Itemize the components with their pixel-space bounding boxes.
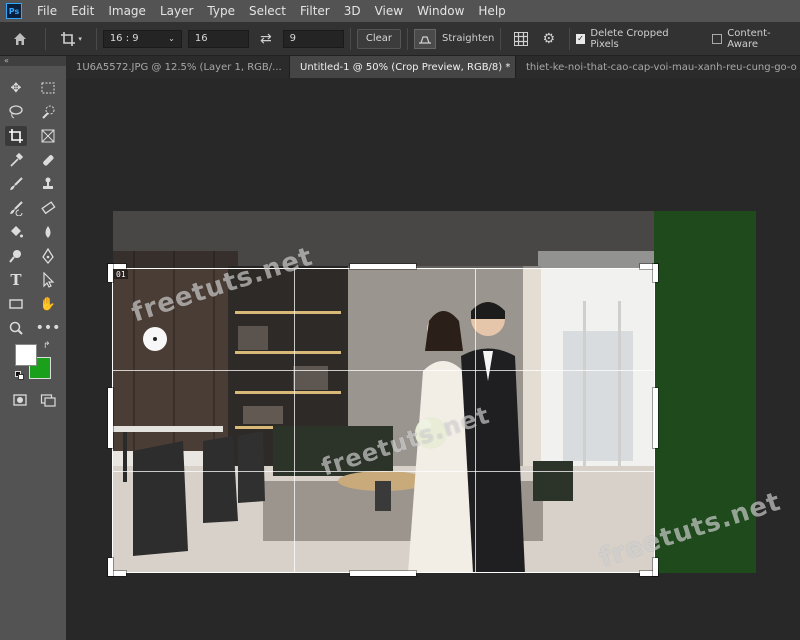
separator (95, 27, 97, 50)
options-bar: ▾ 16 : 9 ⌄ 16 ⇄ 9 Clear Straighten ⚙ ✓ D… (0, 22, 800, 56)
crop-handle-top[interactable] (350, 264, 416, 269)
rectangle-tool-icon[interactable] (5, 294, 27, 314)
type-tool-icon[interactable]: T (5, 270, 27, 290)
gear-icon: ⚙ (542, 30, 556, 47)
crop-icon (61, 31, 76, 46)
straighten-label: Straighten (442, 33, 495, 44)
eraser-tool-icon[interactable] (37, 198, 59, 218)
swap-colors-icon[interactable]: ↱ (43, 341, 51, 351)
eyedropper-tool-icon[interactable] (5, 150, 27, 170)
foreground-color-swatch[interactable] (15, 344, 37, 366)
crop-grid-line (113, 370, 654, 371)
tab-label: 1U6A5572.JPG @ 12.5% (Layer 1, RGB/... (76, 61, 282, 73)
swap-icon: ⇄ (259, 30, 272, 47)
menu-file[interactable]: File (30, 4, 64, 18)
toolbox: « ✥ T ✋ ••• ↱ (0, 56, 66, 640)
toolbox-collapse-button[interactable]: « (0, 56, 66, 66)
ratio-select[interactable]: 16 : 9 ⌄ (102, 29, 182, 48)
lasso-tool-icon[interactable] (5, 102, 27, 122)
ratio-select-value: 16 : 9 (109, 33, 139, 44)
dodge-tool-icon[interactable] (5, 246, 27, 266)
height-field[interactable]: 9 (282, 29, 344, 48)
menu-view[interactable]: View (368, 4, 410, 18)
separator (349, 27, 351, 50)
delete-cropped-pixels-label: Delete Cropped Pixels (590, 27, 669, 50)
more-tools-icon[interactable]: ••• (36, 318, 61, 338)
content-aware-label: Content-Aware (727, 27, 771, 50)
hand-tool-icon[interactable]: ✋ (37, 294, 59, 314)
chevron-down-icon: ▾ (78, 34, 82, 43)
blur-tool-icon[interactable] (37, 222, 59, 242)
pen-tool-icon[interactable] (37, 246, 59, 266)
separator (500, 27, 502, 50)
crop-handle-bottom-right[interactable] (653, 558, 658, 576)
menu-help[interactable]: Help (471, 4, 512, 18)
home-icon (13, 32, 26, 45)
screen-mode-icon[interactable] (37, 390, 59, 410)
crop-handle-bottom[interactable] (350, 571, 416, 576)
photoshop-logo-icon: Ps (6, 3, 22, 19)
content-aware-checkbox[interactable]: Content-Aware (712, 28, 800, 50)
default-colors-icon[interactable] (15, 371, 25, 381)
clear-button[interactable]: Clear (356, 28, 402, 49)
menu-edit[interactable]: Edit (64, 4, 101, 18)
straighten-button[interactable]: Straighten (414, 22, 494, 56)
paint-bucket-tool-icon[interactable] (5, 222, 27, 242)
tab-document-1[interactable]: 1U6A5572.JPG @ 12.5% (Layer 1, RGB/... ✕ (66, 56, 290, 78)
grid-icon (514, 31, 529, 46)
frame-tool-icon[interactable] (37, 126, 59, 146)
menu-3d[interactable]: 3D (337, 4, 368, 18)
straighten-icon (414, 28, 436, 49)
crop-tool-icon[interactable] (5, 126, 27, 146)
zoom-tool-icon[interactable] (5, 318, 27, 338)
tab-label: thiet-ke-noi-that-cao-cap-voi-mau-xanh-r… (526, 61, 797, 73)
crop-settings-button[interactable]: ⚙ (535, 22, 563, 56)
tab-document-2[interactable]: Untitled-1 @ 50% (Crop Preview, RGB/8) *… (290, 56, 516, 78)
swap-dimensions-button[interactable]: ⇄ (249, 22, 282, 56)
crop-box[interactable] (112, 268, 655, 573)
crop-info-label: 01 (114, 270, 128, 279)
move-tool-icon[interactable]: ✥ (5, 78, 27, 98)
quick-mask-icon[interactable] (9, 390, 31, 410)
tab-label: Untitled-1 @ 50% (Crop Preview, RGB/8) * (300, 61, 511, 73)
crop-tool-preset-button[interactable]: ▾ (52, 22, 89, 56)
width-field[interactable]: 16 (187, 29, 250, 48)
history-brush-tool-icon[interactable] (5, 198, 27, 218)
crop-handle-left[interactable] (108, 388, 113, 448)
clone-stamp-tool-icon[interactable] (37, 174, 59, 194)
brush-tool-icon[interactable] (5, 174, 27, 194)
menu-window[interactable]: Window (410, 4, 471, 18)
delete-cropped-pixels-checkbox[interactable]: ✓ Delete Cropped Pixels (575, 27, 699, 50)
crop-handle-top-left[interactable] (108, 264, 113, 282)
crop-shield-overlay (113, 211, 654, 269)
healing-brush-tool-icon[interactable] (37, 150, 59, 170)
crop-handle-bottom-left[interactable] (108, 558, 113, 576)
overlay-options-button[interactable] (507, 22, 535, 56)
crop-grid-line (294, 269, 295, 572)
crop-handle-right[interactable] (653, 388, 658, 448)
chevron-down-icon: ⌄ (168, 34, 175, 43)
menu-filter[interactable]: Filter (293, 4, 337, 18)
checkbox-checked-icon: ✓ (575, 33, 586, 44)
crop-handle-top-right[interactable] (653, 264, 658, 282)
menu-type[interactable]: Type (200, 4, 242, 18)
menu-bar: Ps File Edit Image Layer Type Select Fil… (0, 0, 800, 22)
path-selection-tool-icon[interactable] (37, 270, 59, 290)
menu-select[interactable]: Select (242, 4, 293, 18)
checkbox-unchecked-icon (712, 33, 723, 44)
crop-grid-line (113, 471, 654, 472)
menu-layer[interactable]: Layer (153, 4, 200, 18)
marquee-tool-icon[interactable] (37, 78, 59, 98)
tab-document-3[interactable]: thiet-ke-noi-that-cao-cap-voi-mau-xanh-r… (516, 56, 800, 78)
quick-selection-tool-icon[interactable] (37, 102, 59, 122)
separator (407, 27, 408, 50)
separator (45, 27, 47, 50)
separator (568, 27, 570, 50)
menu-image[interactable]: Image (101, 4, 153, 18)
home-button[interactable] (0, 22, 39, 56)
document-tab-bar: 1U6A5572.JPG @ 12.5% (Layer 1, RGB/... ✕… (66, 56, 800, 78)
